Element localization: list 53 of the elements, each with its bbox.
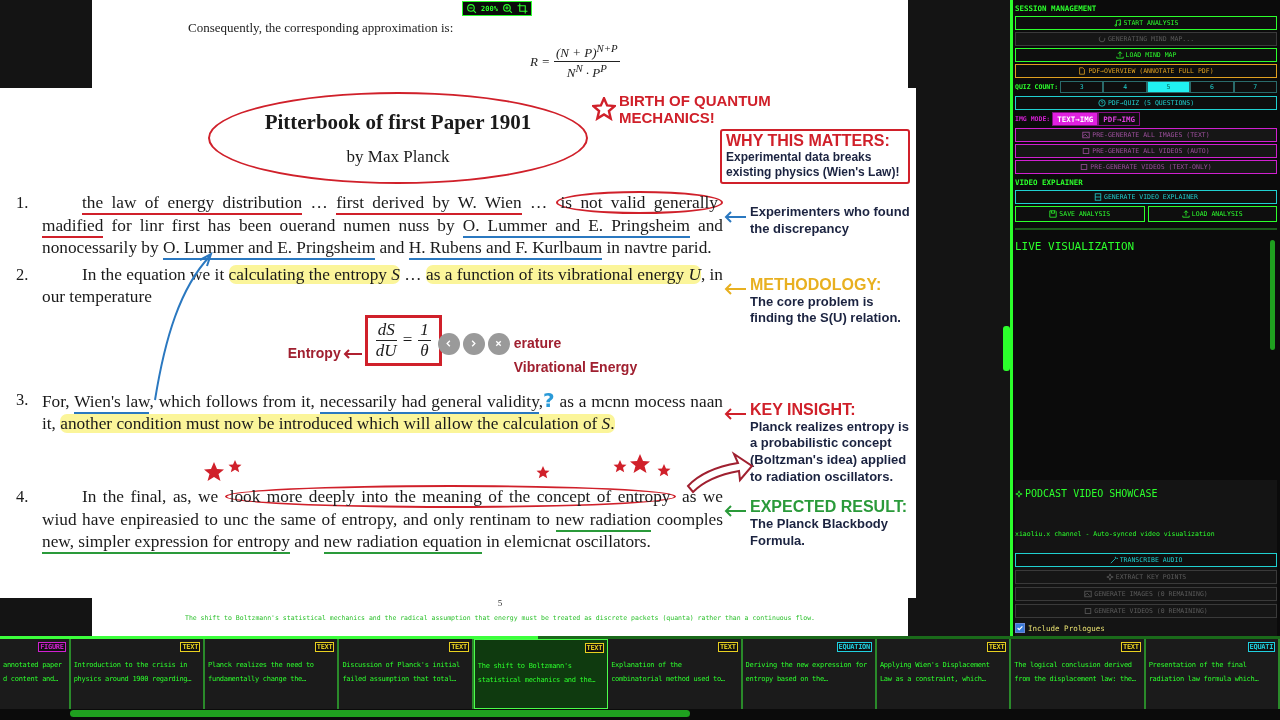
callout-text: BIRTH OF QUANTUM MECHANICS!	[619, 92, 772, 127]
byline: by Max Planck	[346, 146, 450, 167]
music-note-icon	[1113, 19, 1122, 27]
zoom-out-icon[interactable]	[466, 3, 477, 14]
scrollbar[interactable]	[1270, 240, 1275, 350]
close-icon	[494, 339, 504, 348]
sparkle-icon	[1105, 573, 1114, 581]
equation-label: Vibrational Energy	[513, 358, 638, 375]
item-number: 3.	[16, 388, 30, 411]
chevron-right-icon	[469, 339, 479, 348]
panel-title: LIVE VISUALIZATION	[1015, 240, 1136, 253]
equation-label: erature	[513, 334, 563, 351]
section-title: PODCAST VIDEO SHOWCASE	[1025, 488, 1158, 499]
figure-title: Pitterbook of first Paper 1901	[264, 109, 532, 135]
item-number: 4.	[16, 486, 30, 509]
page-text: Consequently, the corresponding approximation is:	[188, 20, 455, 36]
upload-icon	[1181, 210, 1190, 218]
formula: R = (N + P)$^{N+P}$ N$^{N}$ · P$^{P}$	[530, 42, 621, 82]
spinner-icon	[1097, 35, 1106, 43]
item-number: 2.	[16, 263, 30, 286]
previous-button[interactable]	[437, 332, 460, 355]
next-button[interactable]	[462, 332, 485, 355]
callout-text: Experimental data breaks existing physics (Wien's Law)!	[726, 149, 901, 181]
callout-text: The Planck Blackbody Formula.	[750, 516, 889, 550]
arrow-icon	[342, 348, 363, 359]
callout-title: METHODOLOGY:	[750, 275, 883, 294]
help-circle-icon	[1097, 99, 1106, 107]
callout-text: Planck realizes entropy is a probabilistic concept (Boltzman's idea) applied to radiation oscillators.	[750, 418, 910, 487]
image-icon	[1084, 590, 1093, 598]
upload-icon	[1115, 51, 1124, 59]
film-icon	[1094, 193, 1103, 201]
crop-icon[interactable]	[516, 3, 528, 14]
paragraph: For, Wien's law, which follows from it, necessarily had general validity,? as a mcnn mocess naan it, another condition must now be introduced which will allow the calculation of S.	[42, 388, 723, 435]
star-icon	[592, 97, 616, 122]
document-icon	[1078, 67, 1087, 75]
callout-text: Experimenters who found the discrepancy	[750, 204, 910, 238]
callout-text: The core problem is finding the S(U) relation.	[750, 293, 902, 328]
equation-label: Entropy	[287, 344, 341, 361]
save-icon	[1049, 210, 1058, 218]
close-button[interactable]	[487, 332, 510, 355]
callout-title: KEY INSIGHT:	[750, 400, 857, 419]
item-number: 1.	[16, 192, 30, 214]
scrollbar[interactable]	[70, 710, 690, 717]
page-number: 5	[497, 598, 503, 608]
zoom-in-icon[interactable]	[501, 3, 513, 14]
scrollbar[interactable]	[1003, 325, 1010, 371]
wand-icon	[1109, 556, 1118, 564]
image-icon	[1082, 131, 1091, 139]
sparkle-icon	[1015, 489, 1023, 498]
equals-sign: =	[402, 330, 413, 350]
callout-title: WHY THIS MATTERS:	[726, 131, 891, 150]
checkbox[interactable]	[1015, 623, 1025, 633]
callout-title: EXPECTED RESULT:	[750, 498, 909, 517]
